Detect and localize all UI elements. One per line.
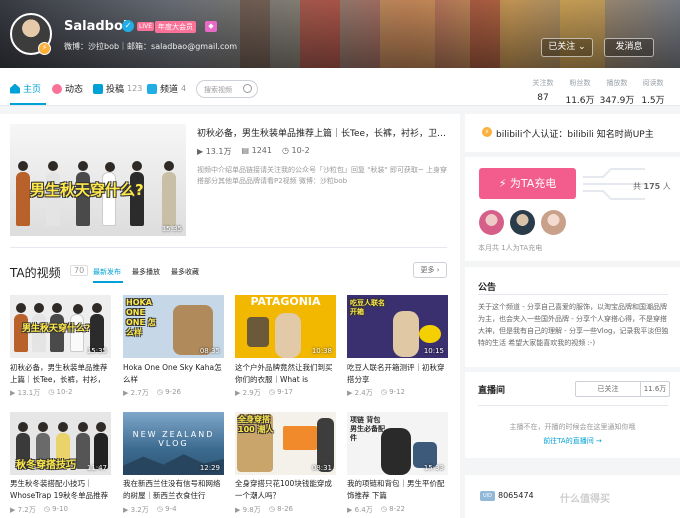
- video-meta: ▶ 3.2万 ◷ 9-4: [123, 505, 177, 514]
- video-count: 70: [70, 265, 89, 276]
- video-thumbnail[interactable]: NEW ZEALAND VLOG 12:29: [123, 412, 224, 475]
- video-thumbnail[interactable]: HOKA ONE ONE 怎么样 08:35: [123, 295, 224, 358]
- lightning-icon: ⚡: [498, 177, 507, 190]
- sort-indicator: [93, 281, 123, 283]
- notice-title: 公告: [478, 283, 497, 293]
- video-meta: ▶ 2.9万 ◷ 9-17: [235, 388, 293, 397]
- featured-duration: 15:35: [161, 225, 182, 233]
- sort-most-favorited[interactable]: 最多收藏: [171, 267, 199, 277]
- charger-avatar[interactable]: [510, 210, 535, 235]
- signature: 微博：沙拉bob｜邮箱：saladbao@gmail.com: [64, 42, 238, 51]
- channel-icon: [147, 83, 157, 94]
- uid-value: 8065474: [498, 491, 534, 500]
- video-meta: ▶ 2.4万 ◷ 9-12: [347, 388, 405, 397]
- main-panel: 男生秋天穿什么? 15:35 初秋必备，男生秋装单品推荐上篇｜长Tee，长裤，衬…: [0, 114, 460, 518]
- live-room-link[interactable]: 前往TA的直播间 →: [465, 436, 680, 446]
- stat-fans[interactable]: 粉丝数 11.6万: [560, 78, 600, 106]
- medal-icon: ◆: [205, 21, 217, 32]
- video-meta: ▶ 13.1万 ◷ 10-2: [10, 388, 73, 397]
- featured-video-stats: ▶ 13.1万 ▤ 1241 ◷ 10-2: [197, 146, 310, 157]
- charge-panel: ⚡ 为TA充电 共 175 人 本月共 1人为TA充电: [465, 157, 680, 261]
- section-title: TA的视频: [10, 266, 61, 280]
- auth-text: bilibili个人认证：bilibili 知名时尚UP主: [496, 130, 654, 140]
- stat-following[interactable]: 关注数 87: [523, 78, 563, 103]
- active-tab-indicator: [10, 103, 46, 105]
- watermark: 什么值得买: [560, 494, 610, 505]
- divider: [478, 294, 668, 295]
- live-follow-button[interactable]: 已关注: [575, 381, 641, 397]
- tab-dynamic[interactable]: 动态: [52, 82, 83, 95]
- featured-video-description: 视频中介绍单品链接请关注我的公众号「沙粒包」回复 "秋装" 即可获取~ 上身穿搭…: [197, 166, 447, 185]
- video-meta: ▶ 2.7万 ◷ 9-26: [123, 388, 181, 397]
- charge-footnote: 本月共 1人为TA充电: [478, 244, 543, 252]
- chevron-down-icon: ⌄: [578, 42, 586, 52]
- auth-panel: ⚡ bilibili个人认证：bilibili 知名时尚UP主: [465, 114, 680, 152]
- video-thumbnail[interactable]: 吃豆人联名开箱 10:15: [347, 295, 448, 358]
- video-title[interactable]: 我在新西兰住没有信号和网络的树屋｜新西兰衣食住行: [123, 478, 224, 502]
- profile-banner: [0, 0, 680, 68]
- video-meta: ▶ 9.8万 ◷ 8-26: [235, 505, 293, 514]
- more-button[interactable]: 更多 ›: [413, 262, 447, 278]
- featured-thumb-caption: 男生秋天穿什么?: [30, 181, 144, 199]
- dynamic-icon: [52, 83, 62, 94]
- video-meta: ▶ 7.2万 ◷ 9-10: [10, 505, 68, 514]
- vip-icon: ✓: [122, 20, 134, 32]
- danmaku-icon: ▤ 1241: [241, 146, 272, 155]
- video-thumbnail[interactable]: 全身穿搭 100 潮人 08:31: [235, 412, 336, 475]
- video-icon: [93, 83, 103, 94]
- video-thumbnail[interactable]: PATAGONIA 10:38: [235, 295, 336, 358]
- video-title[interactable]: 吃豆人联名开箱测评｜初秋穿搭分享: [347, 362, 448, 386]
- clock-icon: ◷ 10-2: [281, 146, 310, 155]
- video-title[interactable]: 这个户外品牌竟然让我们到买你们的衣服｜What is: [235, 362, 336, 386]
- search-icon[interactable]: [243, 84, 252, 93]
- lightning-icon: ⚡: [482, 127, 492, 137]
- sort-latest[interactable]: 最新发布: [93, 267, 121, 277]
- verified-icon: ⚡: [38, 42, 51, 55]
- home-icon: [10, 83, 20, 94]
- video-title[interactable]: 全身穿搭只花100块钱能穿成一个潮人吗？: [235, 478, 336, 502]
- tab-uploads[interactable]: 投稿 123: [93, 82, 142, 95]
- notice-panel: 公告 关于这个频道 - 分享自己喜爱的服饰，以淘宝品牌和国潮品牌为主，也会夹入一…: [465, 267, 680, 367]
- notice-body: 关于这个频道 - 分享自己喜爱的服饰，以淘宝品牌和国潮品牌为主，也会夹入一些国外…: [478, 303, 669, 347]
- divider: [10, 247, 447, 248]
- featured-video-thumbnail[interactable]: 男生秋天穿什么? 15:35: [10, 124, 186, 236]
- live-panel: 直播间 已关注 11.6万 主播不在，开播的时候会在这里通知你哦 前往TA的直播…: [465, 372, 680, 458]
- video-meta: ▶ 6.4万 ◷ 8-22: [347, 505, 405, 514]
- video-thumbnail[interactable]: 秋冬穿搭技巧 11:47: [10, 412, 111, 475]
- year-vip-badge: 年度大会员: [155, 21, 196, 33]
- featured-video-title[interactable]: 初秋必备，男生秋装单品推荐上篇｜长Tee，长裤，衬衫，卫衣…: [197, 126, 452, 139]
- live-follow-count: 11.6万: [640, 381, 670, 397]
- tab-channels[interactable]: 频道 4: [147, 82, 186, 95]
- stat-reads: 阅读数 1.5万: [641, 79, 665, 106]
- divider: [478, 405, 668, 406]
- live-empty-text: 主播不在，开播的时候会在这里通知你哦: [509, 423, 636, 431]
- charge-button[interactable]: ⚡ 为TA充电: [479, 168, 576, 199]
- video-title[interactable]: 我的项链和背包｜男生平价配饰推荐 下篇: [347, 478, 448, 502]
- video-title[interactable]: 初秋必备，男生秋装单品推荐上篇｜长Tee，长裤，衬衫，: [10, 362, 111, 386]
- live-badge: LIVE: [137, 22, 155, 31]
- play-icon: ▶ 13.1万: [197, 147, 232, 156]
- live-title: 直播间: [478, 386, 506, 396]
- charge-total: 共 175 人: [633, 182, 671, 191]
- video-title[interactable]: 男生秋冬装搭配小技巧｜WhoseTrap 19秋冬单品推荐: [10, 478, 111, 502]
- charger-avatar[interactable]: [541, 210, 566, 235]
- video-title[interactable]: Hoka One One Sky Kaha怎么样: [123, 362, 224, 386]
- video-thumbnail[interactable]: 项链 背包 男生必备配件 15:33: [347, 412, 448, 475]
- charger-avatar[interactable]: [479, 210, 504, 235]
- message-button[interactable]: 发消息: [604, 38, 654, 57]
- uid-icon: UID: [480, 491, 495, 501]
- video-thumbnail[interactable]: 男生秋天穿什么? 15:35: [10, 295, 111, 358]
- nav-bar: 主页 动态 投稿 123 频道 4 搜索视频 关注数 87 粉丝数 11.6万 播放…: [0, 68, 680, 106]
- tab-home[interactable]: 主页: [10, 82, 41, 95]
- sort-most-played[interactable]: 最多播放: [132, 267, 160, 277]
- follow-button[interactable]: 已关注 ⌄: [541, 38, 593, 57]
- search-input[interactable]: 搜索视频: [196, 80, 258, 98]
- stat-plays: 播放数 347.9万: [599, 79, 635, 106]
